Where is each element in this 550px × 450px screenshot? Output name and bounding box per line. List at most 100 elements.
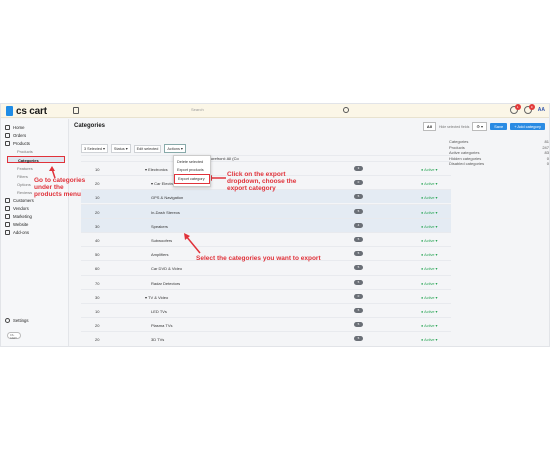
messages-icon[interactable]: 9 [523,104,535,114]
top-bar: cs cart Search 1 9 AA [1,104,549,118]
menu-item-export-category[interactable]: Export category [174,174,210,184]
sidebar-item-settings[interactable]: Settings [5,317,29,324]
table-row[interactable]: 20 3D TVs 5 ● Active ▾ [81,331,451,345]
home-icon [5,125,10,130]
table-row[interactable]: 20 Plasma TVs 5 ● Active ▾ [81,317,451,331]
table-row[interactable]: 20 In-Dash Stereos 5 ● Active ▾ [81,203,451,218]
category-name[interactable]: ▾ TV & Video [145,295,168,300]
status-dropdown[interactable]: ● Active ▾ [421,309,437,314]
save-button[interactable]: Save [490,123,508,130]
sidebar-item-label: Orders [13,133,27,138]
status-dropdown[interactable]: ● Active ▾ [421,295,437,300]
category-name[interactable]: Radar Detectors [151,281,180,286]
sidebar-item-marketing[interactable]: Marketing [5,213,32,220]
sidebar-item-label: Website [13,222,29,227]
summary-value: 0 [546,161,549,166]
user-avatar[interactable]: AA [538,107,545,113]
sidebar-item-orders[interactable]: Orders [5,132,26,139]
menu-item-delete-selected[interactable]: Delete selected [174,158,210,166]
add-category-button[interactable]: + Add category [510,123,545,130]
status-dropdown[interactable]: ● Active ▾ [421,167,437,172]
mode-toggle[interactable]: CS-CART [7,332,21,340]
product-count-badge: 5 [354,279,363,285]
search-input[interactable]: Search [121,107,351,116]
columns-toggle[interactable]: Hide selected fields [439,125,469,129]
sidebar-item-website[interactable]: Website [5,221,28,228]
position-cell[interactable]: 20 [95,210,99,215]
position-cell[interactable]: 50 [95,252,99,257]
status-dropdown[interactable]: ● Active ▾ [421,195,437,200]
category-name[interactable]: GPS & Navigation [151,195,183,200]
sidebar-item-vendors[interactable]: Vendors [5,205,29,212]
status-dropdown[interactable]: ● Active ▾ [421,323,437,328]
sidebar-item-home[interactable]: Home [5,124,24,131]
page-title: Categories [74,123,106,129]
position-cell[interactable]: 20 [95,181,99,186]
tag-icon [5,141,10,146]
position-cell[interactable]: 10 [95,167,99,172]
position-cell[interactable]: 60 [95,266,99,271]
status-dropdown[interactable]: ● Active ▾ [421,210,437,215]
status-dropdown[interactable]: ● Active ▾ [421,181,437,186]
position-cell[interactable]: 70 [95,281,99,286]
sidebar-item-products[interactable]: Products [5,140,30,147]
position-cell[interactable]: 30 [95,224,99,229]
category-name[interactable]: Car DVD & Video [151,266,182,271]
menu-item-export-products[interactable]: Export products [174,166,210,174]
status-dropdown[interactable]: ● Active ▾ [421,252,437,257]
sidebar-item-addons[interactable]: Add-ons [5,229,29,236]
status-button[interactable]: Status ▾ [110,144,131,153]
logo[interactable]: cs cart [6,105,47,117]
table-row[interactable]: 10 LED TVs 5 ● Active ▾ [81,303,451,317]
position-cell[interactable]: 10 [95,309,99,314]
product-count-badge: 5 [354,208,363,214]
table-row[interactable]: 70 Radar Detectors 5 ● Active ▾ [81,274,451,289]
table-row[interactable]: 40 Subwoofers 5 ● Active ▾ [81,232,451,246]
table-row[interactable]: 60 Car DVD & Video 5 ● Active ▾ [81,260,451,274]
status-dropdown[interactable]: ● Active ▾ [421,266,437,271]
puzzle-icon [5,230,10,235]
sidebar-sub-categories[interactable]: Categories [7,156,65,163]
sidebar-sub-options[interactable]: Options [17,182,31,187]
notifications-icon[interactable]: 1 [509,104,521,114]
position-cell[interactable]: 20 [95,323,99,328]
sidebar: Home Orders Products Products Categories… [1,119,69,346]
category-name[interactable]: LED TVs [151,309,167,314]
status-dropdown[interactable]: ● Active ▾ [421,224,437,229]
edit-selected-button[interactable]: Edit selected [133,144,162,153]
sidebar-sub-reviews[interactable]: Reviews [17,190,32,195]
search-icon[interactable] [343,107,349,113]
position-cell[interactable]: 20 [95,337,99,342]
product-count-badge: 5 [354,251,363,257]
table-row[interactable]: 30 ▾ TV & Video 0 ● Active ▾ [81,288,451,303]
category-name[interactable]: Speakers [151,224,168,229]
settings-gear-button[interactable]: ⚙ ▾ [472,122,488,131]
logo-icon [6,106,13,116]
category-name[interactable]: In-Dash Stereos [151,210,180,215]
position-cell[interactable]: 10 [95,195,99,200]
category-name[interactable]: Plasma TVs [151,323,173,328]
table-row[interactable]: 30 Speakers 4 ● Active ▾ [81,217,451,232]
selected-count-button[interactable]: 3 Selected ▾ [81,144,108,153]
vendor-icon [5,206,10,211]
position-cell[interactable]: 30 [95,295,99,300]
product-count-badge: 5 [354,336,363,342]
category-name[interactable]: Subwoofers [151,238,172,243]
position-cell[interactable]: 40 [95,238,99,243]
sidebar-item-customers[interactable]: Customers [5,197,34,204]
category-name[interactable]: ▾ Electronics [145,167,168,172]
header-actions: All Hide selected fields ⚙ ▾ Save + Add … [422,122,545,131]
product-count-badge: 5 [354,265,363,271]
all-view-button[interactable]: All [422,122,436,131]
sidebar-item-label: Vendors [13,206,29,211]
sidebar-sub-filters[interactable]: Filters [17,174,28,179]
status-dropdown[interactable]: ● Active ▾ [421,281,437,286]
status-dropdown[interactable]: ● Active ▾ [421,238,437,243]
category-name[interactable]: 3D TVs [151,337,164,342]
sidebar-sub-features[interactable]: Features [17,166,33,171]
status-dropdown[interactable]: ● Active ▾ [421,337,437,342]
sidebar-sub-products[interactable]: Products [17,149,33,154]
storefront-icon[interactable] [73,107,79,114]
actions-dropdown[interactable]: Actions ▾ [164,144,186,153]
category-name[interactable]: Amplifiers [151,252,169,257]
